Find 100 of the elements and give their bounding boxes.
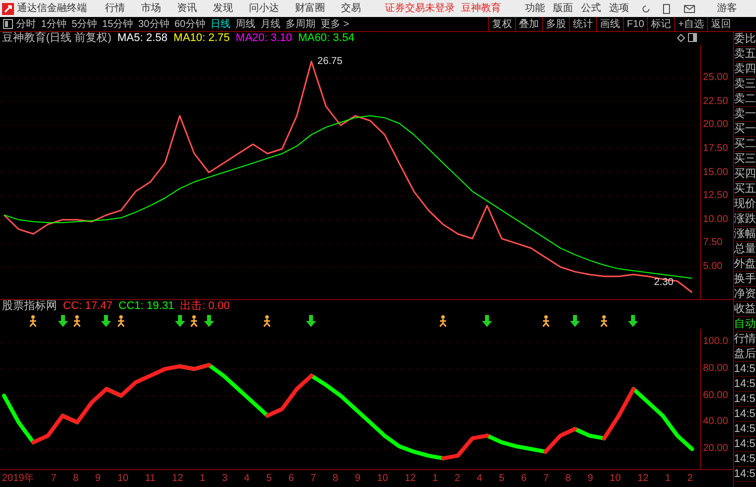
time-axis-label: 4	[244, 472, 250, 486]
quote-field-label: 卖五	[734, 47, 756, 62]
period-tab[interactable]: 15分钟	[102, 16, 134, 32]
panel-toggle-icon[interactable]	[3, 19, 13, 29]
axis-label: 5.00	[703, 262, 722, 272]
menu-item[interactable]: 财富圈	[295, 1, 325, 16]
time-axis-label: 8	[565, 472, 571, 486]
panel-toggle-icon[interactable]	[688, 33, 697, 42]
user-name[interactable]: 游客	[717, 1, 737, 16]
quote-field-label: 买五	[734, 182, 756, 197]
quote-field-label: 买二	[734, 137, 756, 152]
time-axis-label: 6	[521, 472, 527, 486]
indicator-value: CC: 17.47	[63, 299, 113, 314]
period-tab[interactable]: 月线	[260, 16, 280, 32]
menu-item[interactable]: 行情	[105, 1, 125, 16]
ma-value: MA20: 3.10	[236, 31, 292, 46]
axis-label: 60.00	[703, 390, 728, 401]
down-arrow-icon	[174, 315, 185, 327]
chart-button[interactable]: 画线	[596, 16, 623, 32]
period-tab[interactable]: 5分钟	[72, 16, 98, 32]
quote-field-label: 收益	[734, 302, 756, 317]
axis-label: 25.00	[703, 73, 728, 84]
chart-button[interactable]: 标记	[647, 16, 674, 32]
quote-field-label: 买一	[734, 122, 756, 137]
axis-label: 20.00	[703, 444, 728, 454]
chart-button[interactable]: 返回	[707, 16, 734, 32]
axis-label: 15.00	[703, 168, 728, 178]
quote-field-label: 14:5	[734, 362, 756, 377]
time-axis-label: 8	[73, 472, 79, 486]
quote-field-label: 外盘	[734, 257, 756, 272]
menu-item[interactable]: 资讯	[177, 1, 197, 16]
period-tab[interactable]: 日线	[210, 16, 230, 32]
axis-label: 100.0	[703, 337, 728, 348]
walker-icon	[438, 315, 448, 327]
walker-icon	[72, 315, 82, 327]
time-axis-label: 1	[432, 472, 438, 486]
time-axis-label: 4	[476, 472, 482, 486]
menu-item[interactable]: 问小达	[249, 1, 279, 16]
quote-field-label: 行情	[734, 332, 756, 347]
toolbar-item[interactable]: 功能	[525, 1, 545, 16]
down-arrow-icon	[58, 315, 68, 327]
period-tab[interactable]: 1分钟	[41, 16, 67, 32]
quote-field-label: 自动	[734, 317, 756, 332]
login-status[interactable]: 证券交易未登录	[385, 1, 455, 16]
time-axis-label: 10	[117, 472, 128, 486]
quote-field-label: 买三	[734, 152, 756, 167]
time-axis-label: 1	[665, 472, 671, 486]
menu-item[interactable]: 交易	[341, 1, 361, 16]
quote-field-label: 卖三	[734, 77, 756, 92]
time-axis-label: 11	[145, 472, 156, 486]
indicator-value: 出击: 0.00	[180, 299, 230, 314]
app-logo-icon	[2, 2, 14, 14]
toolbar-item[interactable]: 版面	[553, 1, 573, 16]
quote-field-label: 卖二	[734, 92, 756, 107]
quote-field-label: 14:5	[734, 392, 756, 407]
period-tab[interactable]: 周线	[236, 16, 256, 32]
period-tab[interactable]: 更多 >	[320, 16, 350, 32]
chart-button[interactable]: F10	[622, 16, 648, 32]
time-axis-label: 2	[454, 472, 460, 486]
chart-button[interactable]: 叠加	[514, 16, 542, 32]
menu-item[interactable]: 发现	[213, 1, 233, 16]
indicator-title: 股票指标网	[2, 299, 57, 314]
indicator-value: CC1: 19.31	[118, 299, 174, 314]
quote-field-label: 净资	[734, 287, 756, 302]
axis-label: 40.00	[703, 417, 728, 428]
toolbar-item[interactable]: 公式	[581, 1, 601, 16]
walker-icon	[540, 315, 551, 327]
diamond-icon[interactable]	[677, 34, 685, 42]
phone-icon[interactable]	[663, 4, 670, 14]
quote-field-label: 卖一	[734, 107, 756, 122]
app-title: 通达信金融终端	[17, 2, 87, 16]
chart-button[interactable]: +自选	[674, 16, 707, 32]
message-icon[interactable]	[684, 4, 695, 12]
walker-icon	[189, 315, 200, 327]
ma-value: MA5: 2.58	[117, 31, 168, 46]
refresh-icon[interactable]	[641, 4, 651, 14]
axis-label: 20.00	[703, 120, 728, 130]
period-tab[interactable]: 分时	[16, 16, 36, 32]
quote-field-label: 涨跌	[734, 212, 756, 227]
chart-button[interactable]: 复权	[488, 16, 515, 32]
chart-button[interactable]: 多股	[542, 16, 569, 32]
quote-field-label: 涨幅	[734, 227, 756, 242]
time-axis-label: 10	[376, 472, 388, 486]
toolbar-item[interactable]: 选项	[609, 1, 629, 16]
time-axis-label: 7	[310, 472, 316, 486]
axis-label: 7.50	[703, 238, 722, 248]
axis-label: 80.00	[703, 364, 728, 374]
down-arrow-icon	[101, 315, 112, 327]
period-tab[interactable]: 多周期	[286, 16, 316, 32]
time-axis-label: 7	[543, 472, 549, 486]
time-axis-label: 7	[50, 472, 56, 486]
walker-icon	[262, 315, 272, 327]
chart-button[interactable]: 统计	[568, 16, 596, 32]
down-arrow-icon	[570, 315, 580, 327]
quote-field-label: 14:5	[734, 377, 756, 392]
period-tab[interactable]: 30分钟	[138, 16, 170, 32]
ma-value: MA60: 3.54	[298, 31, 354, 46]
quote-field-label: 总量	[734, 242, 756, 257]
menu-item[interactable]: 市场	[141, 1, 161, 16]
period-tab[interactable]: 60分钟	[174, 16, 206, 32]
